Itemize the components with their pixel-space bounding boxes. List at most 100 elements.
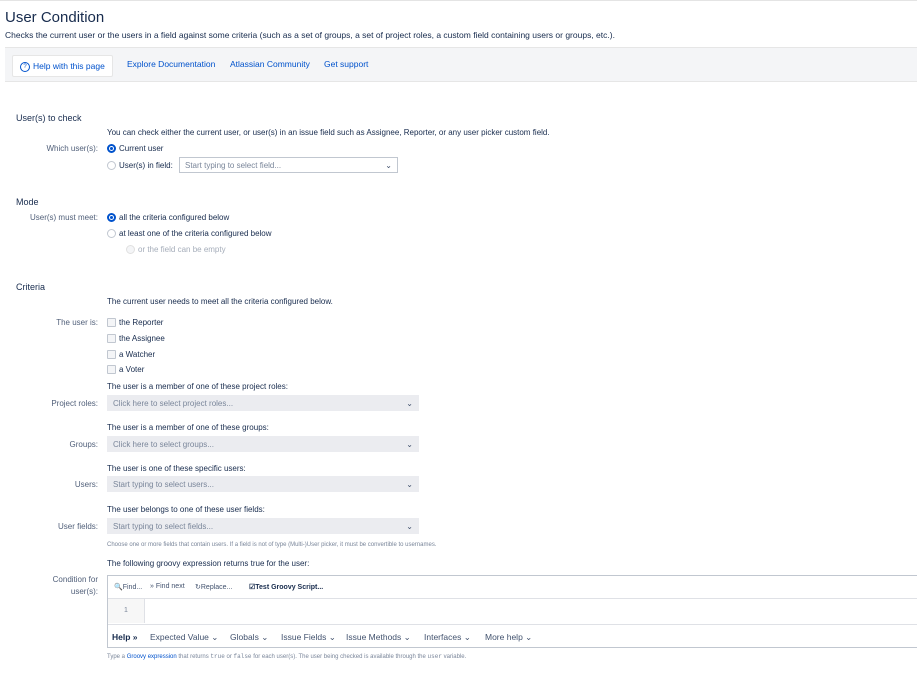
condition-label-line1: Condition for xyxy=(52,575,98,584)
project-roles-description: The user is a member of one of these pro… xyxy=(107,382,288,391)
groups-placeholder: Click here to select groups... xyxy=(113,440,214,449)
editor-toolbar: 🔍Find... » Find next ↻Replace... ☑Test G… xyxy=(108,576,917,599)
checkbox-assignee[interactable] xyxy=(107,334,116,343)
condition-label-line2: user(s): xyxy=(70,587,98,596)
checkbox-voter[interactable] xyxy=(107,365,116,374)
help-button-label: Help with this page xyxy=(33,61,105,71)
line-number-gutter: 1 xyxy=(108,599,145,623)
groovy-editor[interactable]: 🔍Find... » Find next ↻Replace... ☑Test G… xyxy=(107,575,917,648)
must-meet-label: User(s) must meet: xyxy=(29,213,98,222)
radio-users-in-field[interactable] xyxy=(107,161,116,170)
explore-documentation-link[interactable]: Explore Documentation xyxy=(127,59,215,69)
checkbox-assignee-label: the Assignee xyxy=(119,334,165,343)
editor-help-bar: Help » Expected Value ⌄ Globals ⌄ Issue … xyxy=(108,624,917,649)
chevron-down-icon: ⌄ xyxy=(406,440,413,449)
radio-at-least-one[interactable] xyxy=(107,229,116,238)
chevron-down-icon: ⌄ xyxy=(406,399,413,408)
groovy-expression-link[interactable]: Groovy expression xyxy=(127,654,177,660)
field-can-be-empty-label: or the field can be empty xyxy=(138,245,226,254)
replace-label: Replace... xyxy=(200,584,233,591)
chevron-down-icon: ⌄ xyxy=(406,522,413,531)
globals-label: Globals xyxy=(230,632,259,642)
project-roles-placeholder: Click here to select project roles... xyxy=(113,399,234,408)
more-help-menu[interactable]: More help ⌄ xyxy=(485,632,532,643)
radio-all-criteria[interactable] xyxy=(107,213,116,222)
get-support-link[interactable]: Get support xyxy=(324,59,368,69)
user-field-placeholder: Start typing to select field... xyxy=(185,161,282,170)
user-is-label: The user is: xyxy=(56,318,98,327)
radio-all-criteria-label: all the criteria configured below xyxy=(119,213,230,222)
radio-current-user-label: Current user xyxy=(119,144,164,153)
users-select[interactable]: Start typing to select users... ⌄ xyxy=(107,476,419,492)
search-icon: 🔍 xyxy=(114,584,123,591)
users-label: Users: xyxy=(74,480,98,489)
users-to-check-description: You can check either the current user, o… xyxy=(107,128,550,137)
users-to-check-heading: User(s) to check xyxy=(16,113,82,123)
find-button[interactable]: 🔍Find... xyxy=(114,583,142,591)
project-roles-label: Project roles: xyxy=(51,399,98,408)
user-fields-description: The user belongs to one of these user fi… xyxy=(107,505,265,514)
issue-fields-menu[interactable]: Issue Fields ⌄ xyxy=(281,632,336,643)
page-subtitle: Checks the current user or the users in … xyxy=(5,30,615,40)
user-fields-select[interactable]: Start typing to select fields... ⌄ xyxy=(107,518,419,534)
footer-pre: Type a xyxy=(107,654,126,660)
user-fields-note: Choose one or more fields that contain u… xyxy=(107,542,437,548)
test-groovy-label: Test Groovy Script... xyxy=(255,584,324,591)
help-label: Help » xyxy=(112,632,138,642)
radio-current-user[interactable] xyxy=(107,144,116,153)
test-groovy-button[interactable]: ☑Test Groovy Script... xyxy=(249,583,323,591)
user-field-select[interactable]: Start typing to select field... ⌄ xyxy=(179,157,398,173)
project-roles-select[interactable]: Click here to select project roles... ⌄ xyxy=(107,395,419,411)
user-fields-placeholder: Start typing to select fields... xyxy=(113,522,214,531)
users-placeholder: Start typing to select users... xyxy=(113,480,214,489)
groups-select[interactable]: Click here to select groups... ⌄ xyxy=(107,436,419,452)
atlassian-community-link[interactable]: Atlassian Community xyxy=(230,59,310,69)
expected-value-label: Expected Value xyxy=(150,632,209,642)
page-title: User Condition xyxy=(5,9,105,26)
footer-false: false xyxy=(233,653,252,660)
checkbox-reporter-label: the Reporter xyxy=(119,318,164,327)
expected-value-menu[interactable]: Expected Value ⌄ xyxy=(150,632,218,643)
checkbox-field-can-be-empty[interactable] xyxy=(126,245,135,254)
issue-fields-label: Issue Fields xyxy=(281,632,327,642)
issue-methods-menu[interactable]: Issue Methods ⌄ xyxy=(346,632,411,643)
users-description: The user is one of these specific users: xyxy=(107,464,246,473)
chevron-down-icon: ⌄ xyxy=(385,161,392,170)
globals-menu[interactable]: Globals ⌄ xyxy=(230,632,268,643)
help-text: Help xyxy=(112,632,131,642)
chevron-down-icon: ⌄ xyxy=(406,480,413,489)
criteria-heading: Criteria xyxy=(16,282,46,292)
groovy-description: The following groovy expression returns … xyxy=(107,559,310,568)
help-bar: ? Help with this page Explore Documentati… xyxy=(5,47,917,82)
groups-description: The user is a member of one of these gro… xyxy=(107,423,269,432)
find-label: Find... xyxy=(122,584,143,591)
checkbox-watcher-label: a Watcher xyxy=(119,350,156,359)
footer-mid: that returns xyxy=(178,654,209,660)
interfaces-menu[interactable]: Interfaces ⌄ xyxy=(424,632,471,643)
question-icon: ? xyxy=(20,61,30,72)
checkbox-watcher[interactable] xyxy=(107,350,116,359)
radio-users-in-field-label: User(s) in field: xyxy=(119,161,173,170)
groups-label: Groups: xyxy=(69,440,98,449)
more-help-label: More help xyxy=(485,632,523,642)
checkbox-reporter[interactable] xyxy=(107,318,116,327)
replace-button[interactable]: ↻Replace... xyxy=(195,583,232,591)
find-next-label: Find next xyxy=(155,583,185,590)
footer-var: user xyxy=(427,653,442,660)
criteria-description: The current user needs to meet all the c… xyxy=(107,297,333,306)
top-divider xyxy=(0,0,917,1)
help-with-page-button[interactable]: ? Help with this page xyxy=(12,55,113,77)
issue-methods-label: Issue Methods xyxy=(346,632,402,642)
groovy-footer-note: Type a Groovy expression that returns tr… xyxy=(107,653,466,660)
footer-post: for each user(s). The user being checked… xyxy=(253,654,426,660)
checkbox-voter-label: a Voter xyxy=(119,365,145,374)
interfaces-label: Interfaces xyxy=(424,632,462,642)
find-next-button[interactable]: » Find next xyxy=(150,583,185,590)
mode-heading: Mode xyxy=(16,197,39,207)
footer-or: or xyxy=(226,654,232,660)
footer-true: true xyxy=(210,653,225,660)
footer-end: variable. xyxy=(443,654,467,660)
which-users-label: Which user(s): xyxy=(46,144,98,153)
radio-at-least-one-label: at least one of the criteria configured … xyxy=(119,229,272,238)
user-fields-label: User fields: xyxy=(57,522,98,531)
